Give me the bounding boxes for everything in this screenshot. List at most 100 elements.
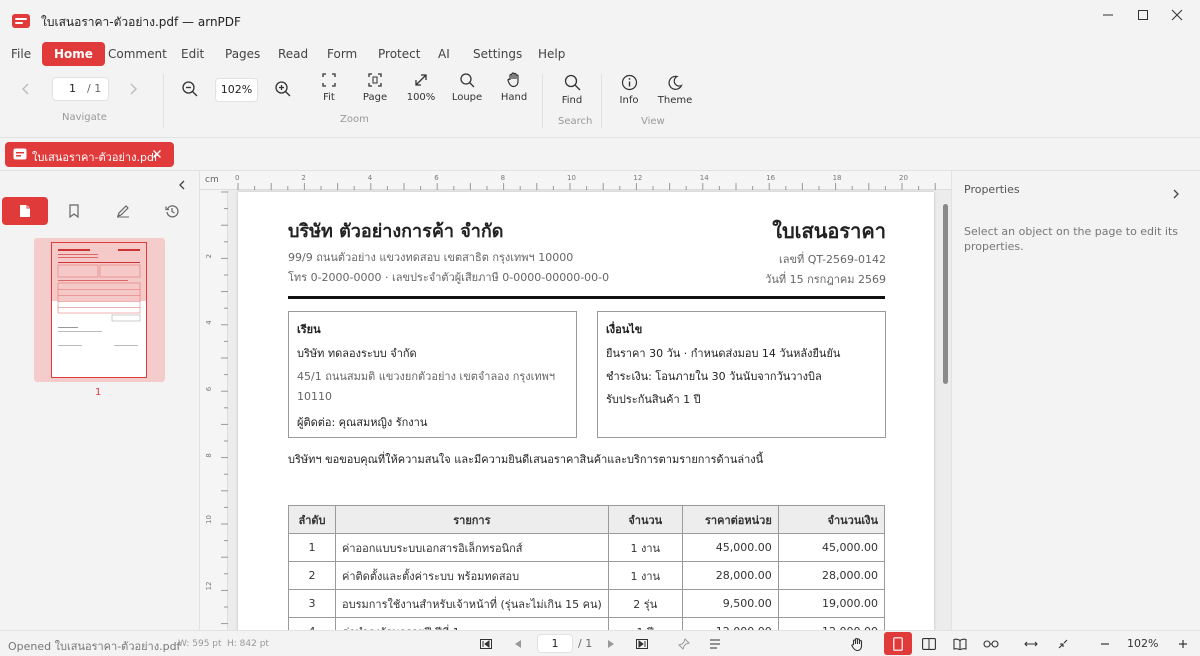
- actual-size-button[interactable]: 100%: [401, 72, 441, 103]
- menu-ai[interactable]: AI: [438, 42, 450, 66]
- table-cell: 12,000.00: [777, 617, 886, 630]
- status-page-field[interactable]: 1: [537, 634, 573, 653]
- minus-icon: [1101, 642, 1109, 645]
- next-page-status-button[interactable]: [603, 631, 619, 656]
- theme-button[interactable]: Theme: [655, 74, 695, 106]
- terms-line3: รับประกันสินค้า 1 ปี: [606, 393, 701, 406]
- table-cell: 1 งาน: [607, 533, 683, 562]
- zoom-level-field[interactable]: 102%: [215, 78, 258, 102]
- fit-button[interactable]: Fit: [309, 72, 349, 103]
- window-title: ใบเสนอราคา-ตัวอย่าง.pdf — arnPDF: [41, 15, 241, 29]
- ruler-tick-label: 4: [368, 174, 373, 182]
- menu-home[interactable]: Home: [42, 42, 105, 66]
- ruler-tick-label: 10: [567, 174, 576, 182]
- fit-page-button[interactable]: Page: [355, 72, 395, 103]
- collapse-view-button[interactable]: [1054, 631, 1072, 656]
- menu-settings[interactable]: Settings: [473, 42, 522, 66]
- status-zoom-level[interactable]: 102%: [1127, 637, 1158, 650]
- vertical-scrollbar[interactable]: [943, 204, 948, 384]
- menu-read[interactable]: Read: [278, 42, 308, 66]
- find-button[interactable]: Find: [552, 74, 592, 106]
- table-header-cell: รายการ: [335, 505, 609, 534]
- chevron-left-icon: [22, 83, 29, 95]
- minimize-icon: [1103, 14, 1113, 16]
- sidebar-tab-history[interactable]: [149, 197, 195, 225]
- zoom-out-icon: [182, 81, 198, 97]
- table-cell: 1: [288, 533, 336, 562]
- page-current: 1: [69, 82, 76, 95]
- page-total: / 1: [87, 82, 102, 95]
- company-contact: โทร 0-2000-0000 · เลขประจำตัวผู้เสียภาษี…: [288, 271, 610, 284]
- ruler-ticks-horizontal: 0 2 4 6 8 10 12 14 16 18 20: [235, 174, 936, 190]
- collapse-sidebar-button[interactable]: [176, 179, 188, 191]
- table-cell: ค่าติดตั้งและตั้งค่าระบบ พร้อมทดสอบ: [335, 561, 609, 590]
- menu-form[interactable]: Form: [327, 42, 357, 66]
- menu-protect[interactable]: Protect: [378, 42, 420, 66]
- loupe-button[interactable]: Loupe: [447, 72, 487, 103]
- table-cell: อบรมการใช้งานสำหรับเจ้าหน้าที่ (รุ่นละไม…: [335, 589, 609, 618]
- table-header-cell: ราคาต่อหน่วย: [681, 505, 779, 534]
- close-icon: [1171, 9, 1183, 21]
- triangle-right-icon: [608, 639, 614, 648]
- search-icon: [564, 74, 580, 91]
- page-icon: [20, 205, 30, 217]
- ruler-tick-label: 0: [235, 174, 239, 182]
- prev-page-button[interactable]: [18, 81, 34, 97]
- company-name: บริษัท ตัวอย่างการค้า จำกัด: [288, 221, 504, 242]
- table-row: 2 ค่าติดตั้งและตั้งค่าระบบ พร้อมทดสอบ 1 …: [288, 561, 886, 590]
- pdf-page[interactable]: บริษัท ตัวอย่างการค้า จำกัด 99/9 ถนนตัวอ…: [238, 192, 934, 630]
- sidebar-tab-thumbnails[interactable]: [2, 197, 48, 225]
- zoom-out-button[interactable]: [181, 80, 199, 98]
- fit-width-button[interactable]: [1022, 631, 1040, 656]
- menu-pages[interactable]: Pages: [225, 42, 260, 66]
- group-label-zoom: Zoom: [340, 114, 369, 125]
- status-opened-file: Opened ใบเสนอราคา-ตัวอย่าง.pdf: [8, 640, 181, 653]
- ribbon-toolbar: 1 / 1 Navigate 102% Fit Page 100% Loupe …: [0, 66, 1200, 138]
- last-page-button[interactable]: [634, 631, 650, 656]
- page-thumbnail[interactable]: [34, 238, 165, 382]
- table-cell: 28,000.00: [681, 561, 779, 590]
- menu-file[interactable]: File: [11, 42, 31, 66]
- ruler-vertical: 2 4 6 8 10 12: [200, 190, 228, 630]
- fit-label: Fit: [323, 92, 335, 103]
- zoom-in-button[interactable]: [274, 80, 292, 98]
- chevron-right-icon: [130, 83, 137, 95]
- hand-icon: [507, 72, 519, 88]
- status-zoom-in-button[interactable]: [1174, 631, 1192, 656]
- prev-page-status-button[interactable]: [510, 631, 526, 656]
- hand-icon: [851, 637, 863, 651]
- sidebar-tab-bookmarks[interactable]: [51, 197, 97, 225]
- close-window-button[interactable]: [1154, 0, 1200, 30]
- info-button[interactable]: Info: [609, 74, 649, 106]
- status-zoom-out-button[interactable]: [1096, 631, 1114, 656]
- single-page-icon: [893, 636, 903, 651]
- book-view-button[interactable]: [951, 631, 969, 656]
- status-bar: Opened ใบเสนอราคา-ตัวอย่าง.pdf W: 595 pt…: [0, 630, 1200, 655]
- hand-mode-button[interactable]: [848, 631, 866, 656]
- thumbnail-content-graphic: [52, 243, 146, 346]
- collapse-properties-button[interactable]: [1171, 188, 1181, 200]
- close-tab-button[interactable]: [151, 148, 163, 160]
- info-icon: [621, 74, 637, 91]
- reading-mode-button[interactable]: [982, 631, 1000, 656]
- menu-help[interactable]: Help: [538, 42, 565, 66]
- loupe-label: Loupe: [451, 92, 483, 103]
- single-page-view-button[interactable]: [884, 632, 912, 655]
- two-page-view-button[interactable]: [920, 631, 938, 656]
- menu-edit[interactable]: Edit: [181, 42, 204, 66]
- status-page-total: / 1: [578, 637, 593, 650]
- close-icon: [153, 150, 161, 158]
- hand-tool-button[interactable]: Hand: [494, 71, 534, 103]
- table-cell: 1 ปี: [607, 617, 683, 630]
- sidebar-tab-annotations[interactable]: [100, 197, 146, 225]
- table-cell: 12,000.00: [681, 617, 779, 630]
- menu-comment[interactable]: Comment: [108, 42, 167, 66]
- next-page-button[interactable]: [125, 81, 141, 97]
- pin-button[interactable]: [676, 631, 692, 656]
- document-tab[interactable]: ใบเสนอราคา-ตัวอย่าง.pdf: [5, 142, 174, 167]
- outline-button[interactable]: [706, 631, 724, 656]
- first-page-button[interactable]: [478, 631, 494, 656]
- glasses-icon: [983, 639, 999, 648]
- page-number-field[interactable]: 1 / 1: [52, 77, 109, 101]
- document-viewport[interactable]: cm 0 2 4 6 8 10 12 14 16 18 20 2 4 6 8 10 12 บริษัท ตัว…: [200, 171, 951, 630]
